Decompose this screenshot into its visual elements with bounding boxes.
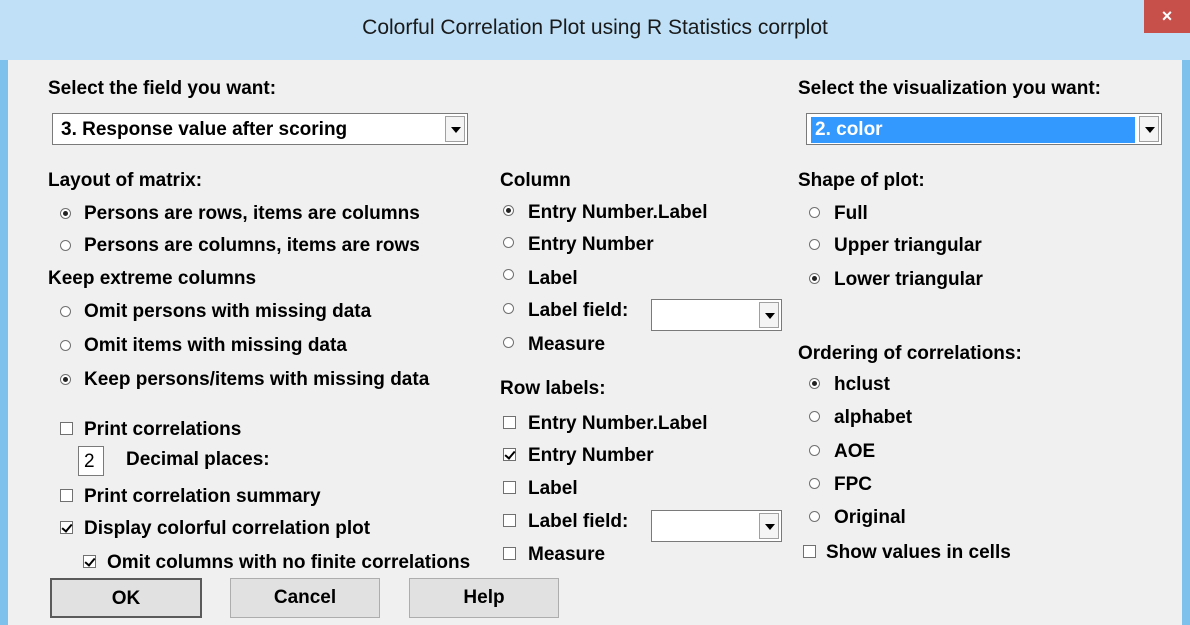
ordering-option-label: FPC: [834, 474, 872, 495]
omit-columns-label: Omit columns with no finite correlations: [107, 552, 471, 573]
field-dropdown[interactable]: 3. Response value after scoring: [52, 113, 468, 145]
shape-radio-0[interactable]: [809, 207, 820, 218]
omit-columns-checkbox[interactable]: [83, 555, 96, 568]
shape-option-label: Lower triangular: [834, 269, 983, 290]
extreme-radio-0[interactable]: [60, 306, 71, 317]
ordering-radio-3[interactable]: [809, 478, 820, 489]
chevron-down-icon[interactable]: [445, 116, 465, 142]
ordering-label: Ordering of correlations:: [798, 343, 1022, 364]
column-radio-1[interactable]: [503, 237, 514, 248]
column-option-label: Entry Number: [528, 234, 654, 255]
shape-label: Shape of plot:: [798, 170, 925, 191]
layout-option-label: Persons are columns, items are rows: [84, 235, 420, 256]
layout-option-label: Persons are rows, items are columns: [84, 203, 420, 224]
field-label: Select the field you want:: [48, 78, 277, 99]
print-summary-label: Print correlation summary: [84, 486, 321, 507]
extreme-option-label: Omit items with missing data: [84, 335, 347, 356]
extreme-option-label: Omit persons with missing data: [84, 301, 372, 322]
column-radio-3[interactable]: [503, 303, 514, 314]
layout-radio-0[interactable]: [60, 208, 71, 219]
layout-label: Layout of matrix:: [48, 170, 203, 191]
decimal-places-label: Decimal places:: [126, 449, 270, 470]
row-labels-checkbox-0[interactable]: [503, 416, 516, 429]
visualization-label: Select the visualization you want:: [798, 78, 1102, 99]
row-labels-checkbox-2[interactable]: [503, 481, 516, 494]
ordering-radio-2[interactable]: [809, 445, 820, 456]
column-radio-4[interactable]: [503, 337, 514, 348]
column-radio-0[interactable]: [503, 205, 514, 216]
column-option-label: Entry Number.Label: [528, 202, 708, 223]
print-correlations-label: Print correlations: [84, 419, 242, 440]
row-labels-option-label: Label field:: [528, 511, 629, 532]
column-option-label: Label field:: [528, 300, 629, 321]
extreme-radio-2[interactable]: [60, 374, 71, 385]
column-option-label: Measure: [528, 334, 606, 355]
show-values-label: Show values in cells: [826, 542, 1011, 563]
extreme-label: Keep extreme columns: [48, 268, 257, 289]
show-values-checkbox[interactable]: [803, 545, 816, 558]
extreme-radio-1[interactable]: [60, 340, 71, 351]
row-labels-option-label: Entry Number.Label: [528, 413, 708, 434]
extreme-option-label: Keep persons/items with missing data: [84, 369, 430, 390]
shape-option-label: Full: [834, 203, 868, 224]
ordering-radio-0[interactable]: [809, 378, 820, 389]
ordering-option-label: hclust: [834, 374, 890, 395]
ordering-option-label: Original: [834, 507, 906, 528]
shape-option-label: Upper triangular: [834, 235, 982, 256]
chevron-down-icon[interactable]: [759, 302, 779, 328]
decimal-places-input[interactable]: 2: [78, 446, 104, 476]
display-plot-checkbox[interactable]: [60, 521, 73, 534]
ordering-option-label: alphabet: [834, 407, 913, 428]
column-radio-2[interactable]: [503, 269, 514, 280]
print-correlations-checkbox[interactable]: [60, 422, 73, 435]
shape-radio-1[interactable]: [809, 239, 820, 250]
print-summary-checkbox[interactable]: [60, 489, 73, 502]
ordering-radio-1[interactable]: [809, 411, 820, 422]
visualization-dropdown[interactable]: 2. color: [806, 113, 1162, 145]
column-label-field-dropdown[interactable]: [651, 299, 782, 331]
ok-button[interactable]: OK: [50, 578, 202, 618]
row-labels-checkbox-3[interactable]: [503, 514, 516, 527]
chevron-down-icon[interactable]: [759, 513, 779, 539]
layout-radio-1[interactable]: [60, 240, 71, 251]
shape-radio-2[interactable]: [809, 273, 820, 284]
ordering-option-label: AOE: [834, 441, 876, 462]
column-option-label: Label: [528, 268, 578, 289]
field-dropdown-value: 3. Response value after scoring: [61, 119, 348, 140]
title-bar: Colorful Correlation Plot using R Statis…: [0, 0, 1190, 60]
column-label: Column: [500, 170, 571, 191]
row-labels-checkbox-1[interactable]: [503, 448, 516, 461]
row-labels-option-label: Measure: [528, 544, 606, 565]
cancel-button[interactable]: Cancel: [230, 578, 380, 618]
window-title: Colorful Correlation Plot using R Statis…: [362, 16, 828, 39]
visualization-dropdown-value: 2. color: [811, 117, 1135, 143]
close-button[interactable]: ×: [1144, 0, 1190, 33]
row-labels-checkbox-4[interactable]: [503, 547, 516, 560]
ordering-radio-4[interactable]: [809, 511, 820, 522]
row-labels-option-label: Label: [528, 478, 578, 499]
help-button[interactable]: Help: [409, 578, 559, 618]
chevron-down-icon[interactable]: [1139, 116, 1159, 142]
display-plot-label: Display colorful correlation plot: [84, 518, 371, 539]
row-labels-label-field-dropdown[interactable]: [651, 510, 782, 542]
row-labels-label: Row labels:: [500, 378, 606, 399]
row-labels-option-label: Entry Number: [528, 445, 654, 466]
